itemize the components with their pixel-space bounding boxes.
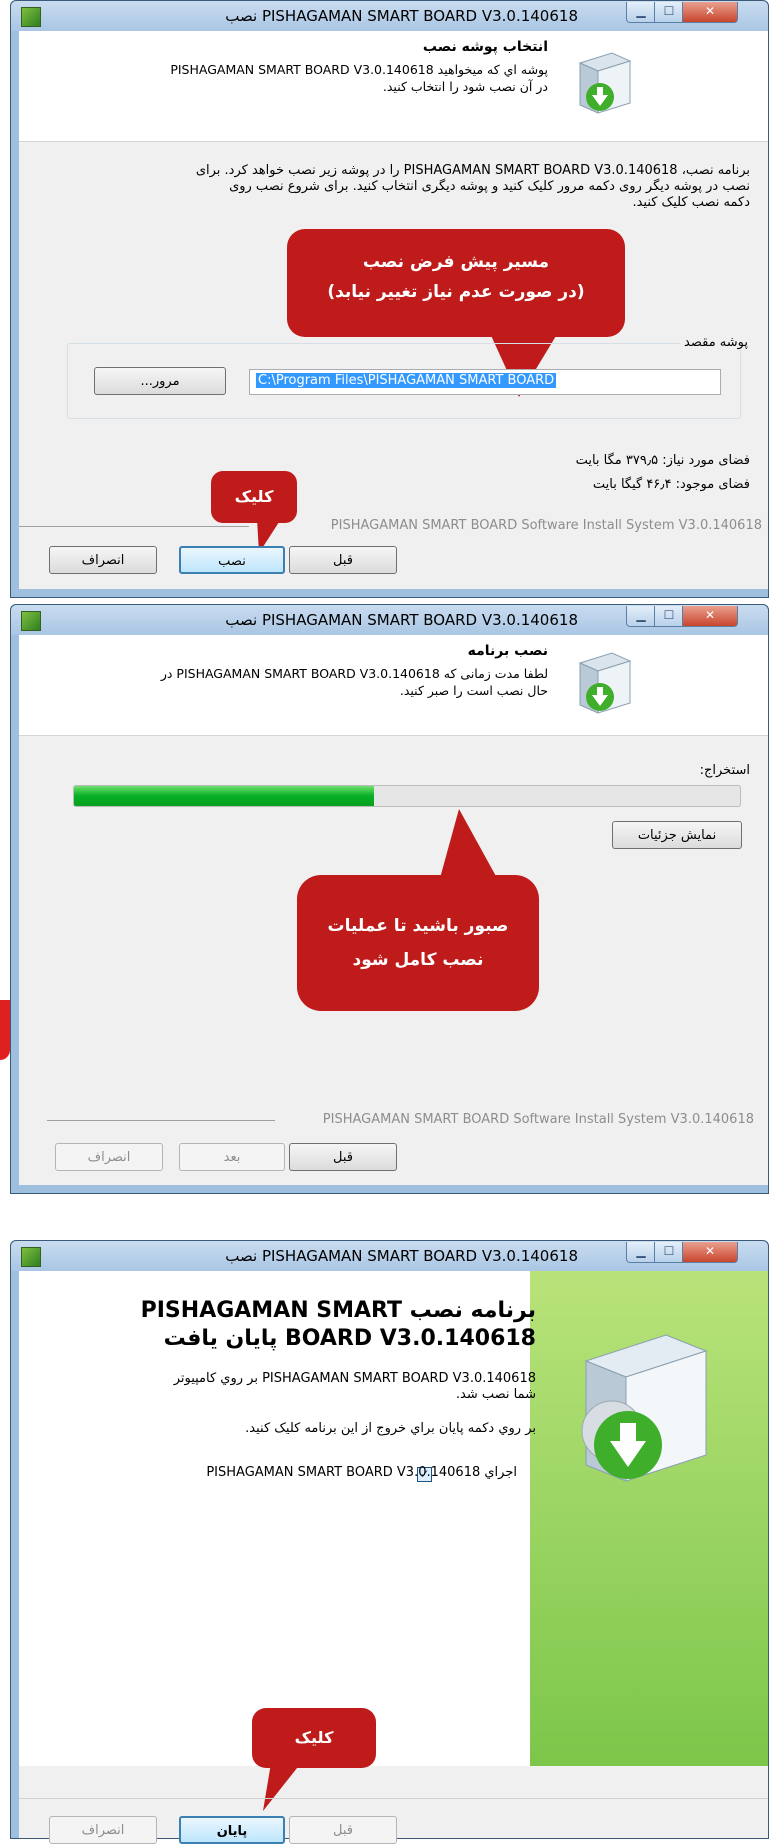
page-subtitle: پوشه اي که ميخواهيد PISHAGAMAN SMART BOA… [170,61,548,95]
app-icon [21,7,41,27]
subtitle-line: در آن نصب شود را انتخاب کنيد. [382,79,548,94]
instruction-text: برنامه نصب، PISHAGAMAN SMART BOARD V3.0.… [50,163,750,211]
brand-separator [19,526,249,527]
close-button[interactable]: ✕ [682,606,738,627]
left-red-decoration [0,1000,10,1060]
finish-title: برنامه نصب PISHAGAMAN SMART BOARD V3.0.1… [116,1297,536,1353]
back-button[interactable]: قبل [289,1143,397,1171]
click-callout: کلیک [211,471,297,523]
finish-instruction: بر روي دکمه پايان براي خروج از اين برنام… [245,1421,536,1436]
finish-title-line: BOARD V3.0.140618 پایان یافت [163,1326,536,1351]
brand-text: PISHAGAMAN SMART BOARD Software Install … [322,1112,754,1127]
maximize-button[interactable]: ☐ [654,1242,684,1263]
page-title: انتخاب پوشه نصب [422,39,548,55]
page-header: انتخاب پوشه نصب پوشه اي که ميخواهيد PISH… [19,31,768,142]
installer-box-icon [578,652,632,714]
finish-message-line: PISHAGAMAN SMART BOARD V3.0.140618 بر رو… [173,1371,536,1386]
next-button[interactable]: بعد [179,1143,285,1171]
title-bar[interactable]: PISHAGAMAN SMART BOARD V3.0.140618 نصب ▁… [11,1,768,31]
cancel-button[interactable]: انصراف [55,1143,163,1171]
window-title: PISHAGAMAN SMART BOARD V3.0.140618 نصب [225,611,578,629]
window-client-area: نصب برنامه لطفا مدت زمانی که PISHAGAMAN … [19,635,768,1185]
app-icon [21,611,41,631]
destination-folder-label: پوشه مقصد [680,335,752,350]
run-app-label[interactable]: اجراي PISHAGAMAN SMART BOARD V3.0.140618 [206,1465,517,1481]
callout-line: مسیر پیش فرض نصب [362,252,550,272]
minimize-button[interactable]: ▁ [626,1242,656,1263]
wait-callout: صبور باشید تا عملیات نصب کامل شود [297,875,539,1011]
title-bar[interactable]: PISHAGAMAN SMART BOARD V3.0.140618 نصب ▁… [11,1241,768,1271]
install-progress-bar [73,785,741,807]
callout-line: نصب کامل شود [352,950,484,970]
back-button[interactable]: قبل [289,546,397,574]
space-available-text: فضای موجود: ۴۶٫۴ گیگا بایت [592,477,750,492]
footer-separator [19,1798,768,1799]
finish-title-line: برنامه نصب PISHAGAMAN SMART [140,1298,536,1323]
brand-separator [47,1120,275,1121]
finish-button[interactable]: پایان [179,1816,285,1844]
window-client-area: برنامه نصب PISHAGAMAN SMART BOARD V3.0.1… [19,1271,768,1844]
progress-fill [74,786,374,806]
window-title: PISHAGAMAN SMART BOARD V3.0.140618 نصب [225,1247,578,1265]
click-callout: کلیک [252,1708,376,1768]
app-icon [21,1247,41,1267]
default-path-callout: مسیر پیش فرض نصب (در صورت عدم نیاز تغییر… [287,229,625,337]
callout-line: (در صورت عدم نیاز تغییر نیابد) [327,282,585,302]
back-button[interactable]: قبل [289,1816,397,1844]
minimize-button[interactable]: ▁ [626,606,656,627]
brand-text: PISHAGAMAN SMART BOARD Software Install … [330,518,762,533]
finish-side-panel [530,1271,768,1766]
close-button[interactable]: ✕ [682,2,738,23]
subtitle-line: پوشه اي که ميخواهيد PISHAGAMAN SMART BOA… [170,62,548,77]
page-title: نصب برنامه [467,643,548,659]
install-button[interactable]: نصب [179,546,285,574]
close-button[interactable]: ✕ [682,1242,738,1263]
installer-window-directory: PISHAGAMAN SMART BOARD V3.0.140618 نصب ▁… [10,0,769,598]
space-required-text: فضای مورد نیاز: ۳۷۹٫۵ مگا بایت [575,453,750,468]
instruction-line: برنامه نصب، PISHAGAMAN SMART BOARD V3.0.… [195,163,750,178]
browse-button[interactable]: مرور... [94,367,226,395]
path-value: C:\Program Files\PISHAGAMAN SMART BOARD [256,373,557,388]
status-label: استخراج: [699,763,750,778]
cancel-button[interactable]: انصراف [49,546,157,574]
installer-box-icon [581,1334,708,1482]
title-bar[interactable]: PISHAGAMAN SMART BOARD V3.0.140618 نصب ▁… [11,605,768,635]
minimize-button[interactable]: ▁ [626,2,656,23]
show-details-button[interactable]: نمایش جزئیات [612,821,742,849]
finish-message: PISHAGAMAN SMART BOARD V3.0.140618 بر رو… [116,1371,536,1403]
installer-box-icon [578,52,632,114]
instruction-line: دکمه نصب کلیک کنید. [632,195,750,210]
callout-pointer [263,1763,301,1811]
window-client-area: انتخاب پوشه نصب پوشه اي که ميخواهيد PISH… [19,31,768,589]
installer-window-finish: PISHAGAMAN SMART BOARD V3.0.140618 نصب ▁… [10,1240,769,1844]
page-header: نصب برنامه لطفا مدت زمانی که PISHAGAMAN … [19,635,768,736]
instruction-line: نصب در پوشه دیگر روی دکمه مرور کلیک کنید… [229,179,750,194]
installer-window-progress: PISHAGAMAN SMART BOARD V3.0.140618 نصب ▁… [10,604,769,1194]
subtitle-line: لطفا مدت زمانی که PISHAGAMAN SMART BOARD… [160,666,548,681]
callout-line: صبور باشید تا عملیات [327,916,509,936]
window-title: PISHAGAMAN SMART BOARD V3.0.140618 نصب [225,7,578,25]
cancel-button[interactable]: انصراف [49,1816,157,1844]
maximize-button[interactable]: ☐ [654,606,684,627]
subtitle-line: حال نصب است را صبر کنید. [399,683,548,698]
page-subtitle: لطفا مدت زمانی که PISHAGAMAN SMART BOARD… [161,665,548,699]
maximize-button[interactable]: ☐ [654,2,684,23]
destination-path-input[interactable]: C:\Program Files\PISHAGAMAN SMART BOARD [249,369,721,395]
finish-message-line: شما نصب شد. [455,1387,536,1402]
